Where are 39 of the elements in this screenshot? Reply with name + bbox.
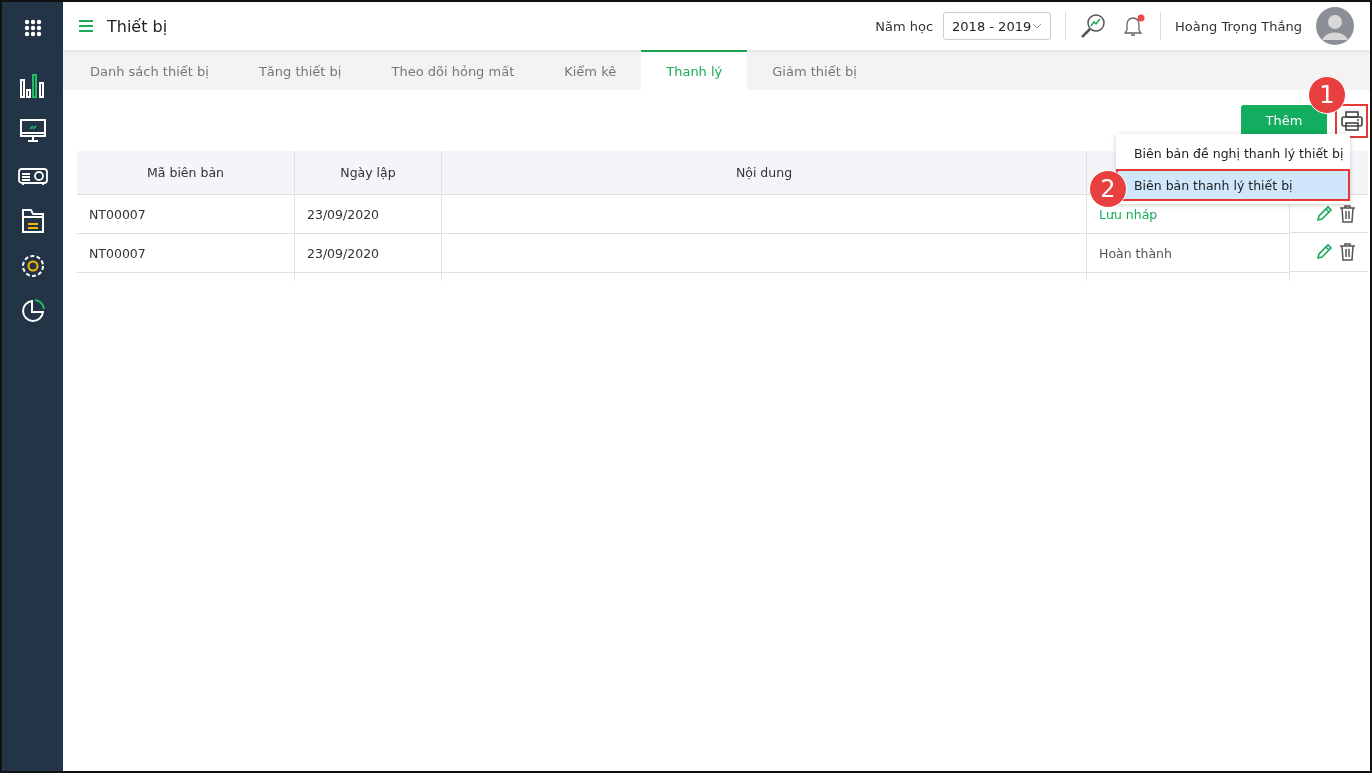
menu-item[interactable]: Biên bản thanh lý thiết bị (1116, 169, 1350, 201)
column-header: Mã biên bản (77, 151, 295, 195)
table-cell: NT00007 (77, 233, 295, 273)
avatar-icon[interactable] (1316, 7, 1354, 45)
tab[interactable]: Giảm thiết bị (747, 50, 882, 90)
menu-item[interactable]: Biên bản đề nghị thanh lý thiết bị (1116, 137, 1350, 169)
menu-icon[interactable] (79, 20, 93, 32)
table-cell: NT00007 (77, 194, 295, 234)
tab[interactable]: Theo dõi hỏng mất (366, 50, 540, 90)
trash-icon[interactable] (1339, 204, 1356, 223)
settings-icon[interactable] (19, 252, 46, 279)
add-button[interactable]: Thêm (1241, 104, 1327, 137)
column-header: Nội dung (441, 151, 1087, 195)
tab[interactable]: Thanh lý (641, 50, 748, 90)
printer-icon (1340, 110, 1363, 131)
pencil-icon[interactable] (1315, 243, 1333, 261)
search-icon[interactable] (1080, 13, 1107, 39)
column-header: Ngày lập (294, 151, 442, 195)
folder-icon[interactable] (21, 208, 44, 233)
tab[interactable]: Danh sách thiết bị (65, 50, 234, 90)
monitor-icon[interactable] (19, 118, 46, 143)
school-year-label: Năm học (875, 18, 934, 34)
page-title: Thiết bị (107, 16, 168, 36)
pie-chart-icon[interactable] (20, 298, 45, 323)
user-name[interactable]: Hoàng Trọng Thắng (1175, 18, 1302, 34)
projector-icon[interactable] (17, 165, 48, 186)
caret-icon (1032, 23, 1043, 29)
pencil-icon[interactable] (1315, 204, 1333, 223)
trash-icon[interactable] (1339, 243, 1356, 261)
tab[interactable]: Tăng thiết bị (233, 50, 367, 90)
status-text: Lưu nháp (1099, 206, 1158, 222)
school-year-dropdown[interactable]: 2018 - 2019 (943, 12, 1052, 40)
status-text: Hoàn thành (1099, 245, 1172, 261)
tab[interactable]: Kiểm kê (539, 50, 642, 90)
bar-chart-icon[interactable] (18, 73, 47, 98)
apps-grid-icon[interactable] (23, 19, 42, 37)
table-cell: 23/09/2020 (294, 233, 442, 273)
print-button[interactable] (1335, 103, 1368, 138)
table-cell: 23/09/2020 (294, 194, 442, 234)
